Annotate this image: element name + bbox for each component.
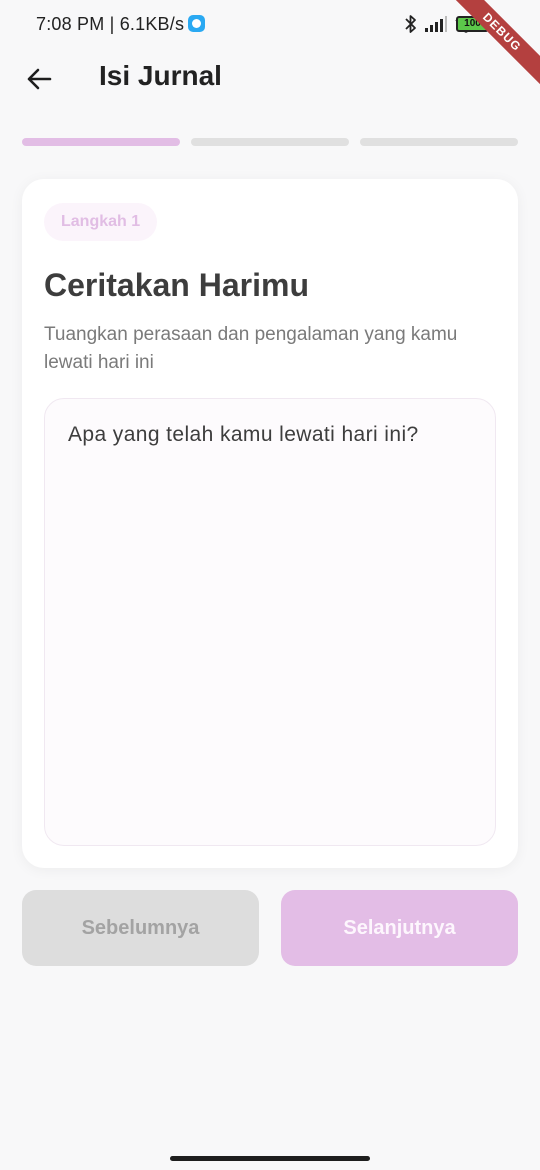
status-bar: 7:08 PM | 6.1KB/s 100 [0, 0, 540, 50]
page-title: Isi Jurnal [99, 60, 222, 91]
progress-segment-1 [22, 138, 180, 146]
back-button[interactable] [20, 60, 58, 98]
signal-icon [425, 16, 447, 32]
previous-button[interactable]: Sebelumnya [22, 890, 259, 966]
next-button[interactable]: Selanjutnya [281, 890, 518, 966]
progress-segment-3 [360, 138, 518, 146]
step-badge: Langkah 1 [44, 203, 158, 241]
status-time: 7:08 PM | 6.1KB/s [36, 14, 185, 34]
bluetooth-icon [405, 15, 416, 33]
home-indicator[interactable] [170, 1156, 370, 1161]
card-title: Ceritakan Harimu [44, 267, 309, 303]
battery-icon: 100 [456, 16, 492, 32]
card-subtitle: Tuangkan perasaan dan pengalaman yang ka… [44, 324, 458, 373]
step-progress [22, 138, 518, 146]
arrow-left-icon [27, 68, 52, 90]
journal-card: Langkah 1 Ceritakan Harimu Tuangkan pera… [22, 179, 518, 868]
journal-text-input[interactable] [44, 398, 496, 846]
notification-app-icon [188, 15, 205, 32]
progress-segment-2 [191, 138, 349, 146]
